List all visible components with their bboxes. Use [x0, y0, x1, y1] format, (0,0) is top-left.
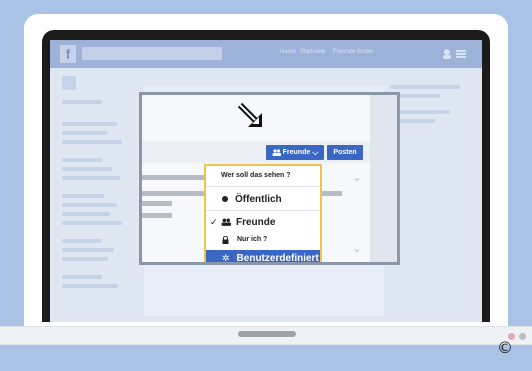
placeholder-line	[142, 175, 212, 180]
option-custom[interactable]: ✲ Benutzerdefiniert	[206, 250, 320, 264]
post-composer-highlight: ⌄ ⌄ Freunde ⌵ Posten Wer soll das sehen …	[139, 92, 400, 265]
status-light	[519, 333, 526, 340]
chevron-down-icon[interactable]: ⌄	[352, 170, 362, 184]
laptop-trackpad-notch	[238, 331, 296, 337]
facebook-search-input[interactable]	[82, 47, 222, 60]
divider	[206, 186, 320, 187]
top-link-find-friends[interactable]: Freunde finden	[333, 49, 373, 55]
audience-friends-button[interactable]: Freunde ⌵	[266, 145, 324, 160]
chevron-down-icon[interactable]: ⌄	[352, 241, 362, 255]
option-label: Freunde	[236, 216, 276, 228]
top-link-name[interactable]: Name	[280, 49, 296, 55]
composer-side-panel	[370, 95, 397, 262]
gear-icon: ✲	[222, 252, 230, 263]
people-icon	[272, 149, 281, 156]
top-link-home[interactable]: Startseite	[300, 49, 325, 55]
option-label: Nur ich ?	[237, 236, 268, 243]
dot-icon	[222, 196, 228, 202]
option-public[interactable]: Öffentlich	[206, 190, 320, 208]
divider	[206, 210, 320, 211]
copyright-symbol: ©	[497, 338, 513, 357]
facebook-logo: f	[60, 45, 76, 63]
checkmark-icon: ✓	[210, 216, 218, 227]
pointer-arrow-icon	[237, 102, 262, 127]
facebook-right-column	[390, 80, 470, 180]
option-label: Benutzerdefiniert	[236, 252, 319, 264]
option-only-me[interactable]: Nur ich ?	[206, 232, 320, 247]
top-bar-icons	[443, 49, 466, 59]
audience-button-label: Freunde	[282, 149, 311, 156]
people-icon	[221, 218, 231, 226]
chevron-down-icon: ⌵	[312, 147, 319, 157]
laptop-screen: f Name Startseite Freunde finden ⌄ ⌄ Fre…	[50, 40, 482, 322]
dropdown-title: Wer soll das sehen ?	[221, 172, 291, 179]
audience-dropdown-menu: Wer soll das sehen ? Öffentlich ✓ Freund…	[204, 164, 322, 264]
post-button[interactable]: Posten	[327, 145, 363, 160]
facebook-sidebar	[62, 76, 142, 316]
lock-icon	[222, 235, 229, 244]
option-label: Öffentlich	[235, 193, 282, 205]
placeholder-line	[142, 213, 172, 218]
option-friends[interactable]: ✓ Freunde	[206, 213, 320, 231]
facebook-top-bar: f Name Startseite Freunde finden	[50, 40, 482, 68]
placeholder-line	[142, 201, 172, 206]
